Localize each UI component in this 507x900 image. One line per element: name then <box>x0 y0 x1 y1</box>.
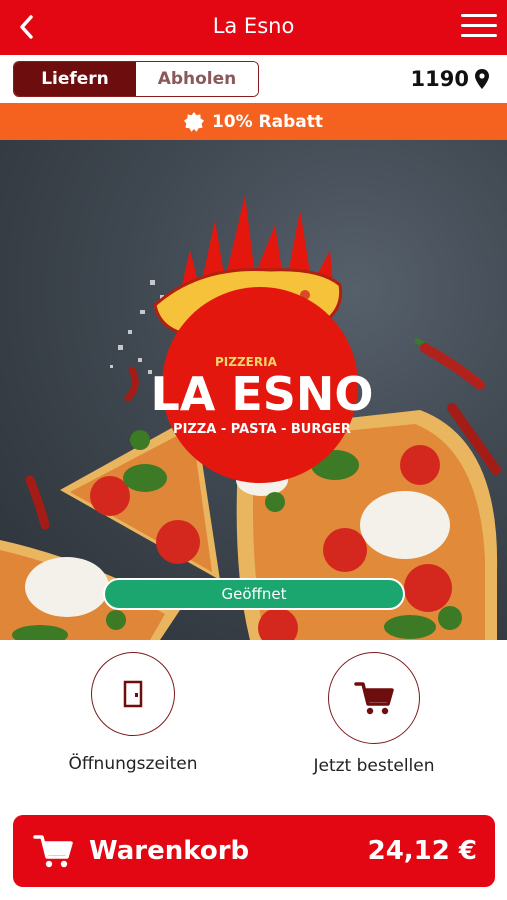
logo-line-3: PIZZA - PASTA - BURGER <box>173 422 351 437</box>
open-status-badge[interactable]: Geöffnet <box>103 578 405 610</box>
zip-code: 1190 <box>410 67 469 91</box>
discount-banner: 10% Rabatt <box>0 103 507 140</box>
hero-image: PIZZERIA LA ESNO PIZZA - PASTA - BURGER … <box>0 140 507 640</box>
cart-button[interactable]: Warenkorb 24,12 € <box>13 815 495 887</box>
mode-row: Liefern Abholen 1190 <box>0 55 507 103</box>
cart-label: Warenkorb <box>89 836 250 866</box>
page-title: La Esno <box>212 14 295 38</box>
opening-hours-label: Öffnungszeiten <box>68 754 198 774</box>
pizza-illustration: PIZZERIA LA ESNO PIZZA - PASTA - BURGER <box>0 195 501 640</box>
delivery-mode-toggle: Liefern Abholen <box>13 61 259 97</box>
order-now-button[interactable]: Jetzt bestellen <box>303 652 445 776</box>
discount-text: 10% Rabatt <box>211 111 324 132</box>
door-icon <box>123 680 143 708</box>
top-bar: La Esno <box>0 0 507 55</box>
menu-button[interactable] <box>461 14 497 40</box>
order-now-circle <box>328 652 420 744</box>
hamburger-line <box>461 14 497 17</box>
hamburger-line <box>461 24 497 27</box>
cart-icon <box>354 682 394 715</box>
map-pin-icon <box>475 69 489 89</box>
deliver-tab[interactable]: Liefern <box>14 62 136 96</box>
cart-total: 24,12 € <box>367 836 477 866</box>
discount-badge-icon <box>183 111 204 132</box>
hamburger-line <box>461 34 497 37</box>
pickup-tab[interactable]: Abholen <box>136 62 258 96</box>
order-now-label: Jetzt bestellen <box>313 756 435 776</box>
opening-hours-circle <box>91 652 175 736</box>
location-selector[interactable]: 1190 <box>411 67 489 91</box>
cart-icon <box>33 835 73 868</box>
logo-line-2: LA ESNO <box>150 367 373 421</box>
opening-hours-button[interactable]: Öffnungszeiten <box>68 652 198 774</box>
